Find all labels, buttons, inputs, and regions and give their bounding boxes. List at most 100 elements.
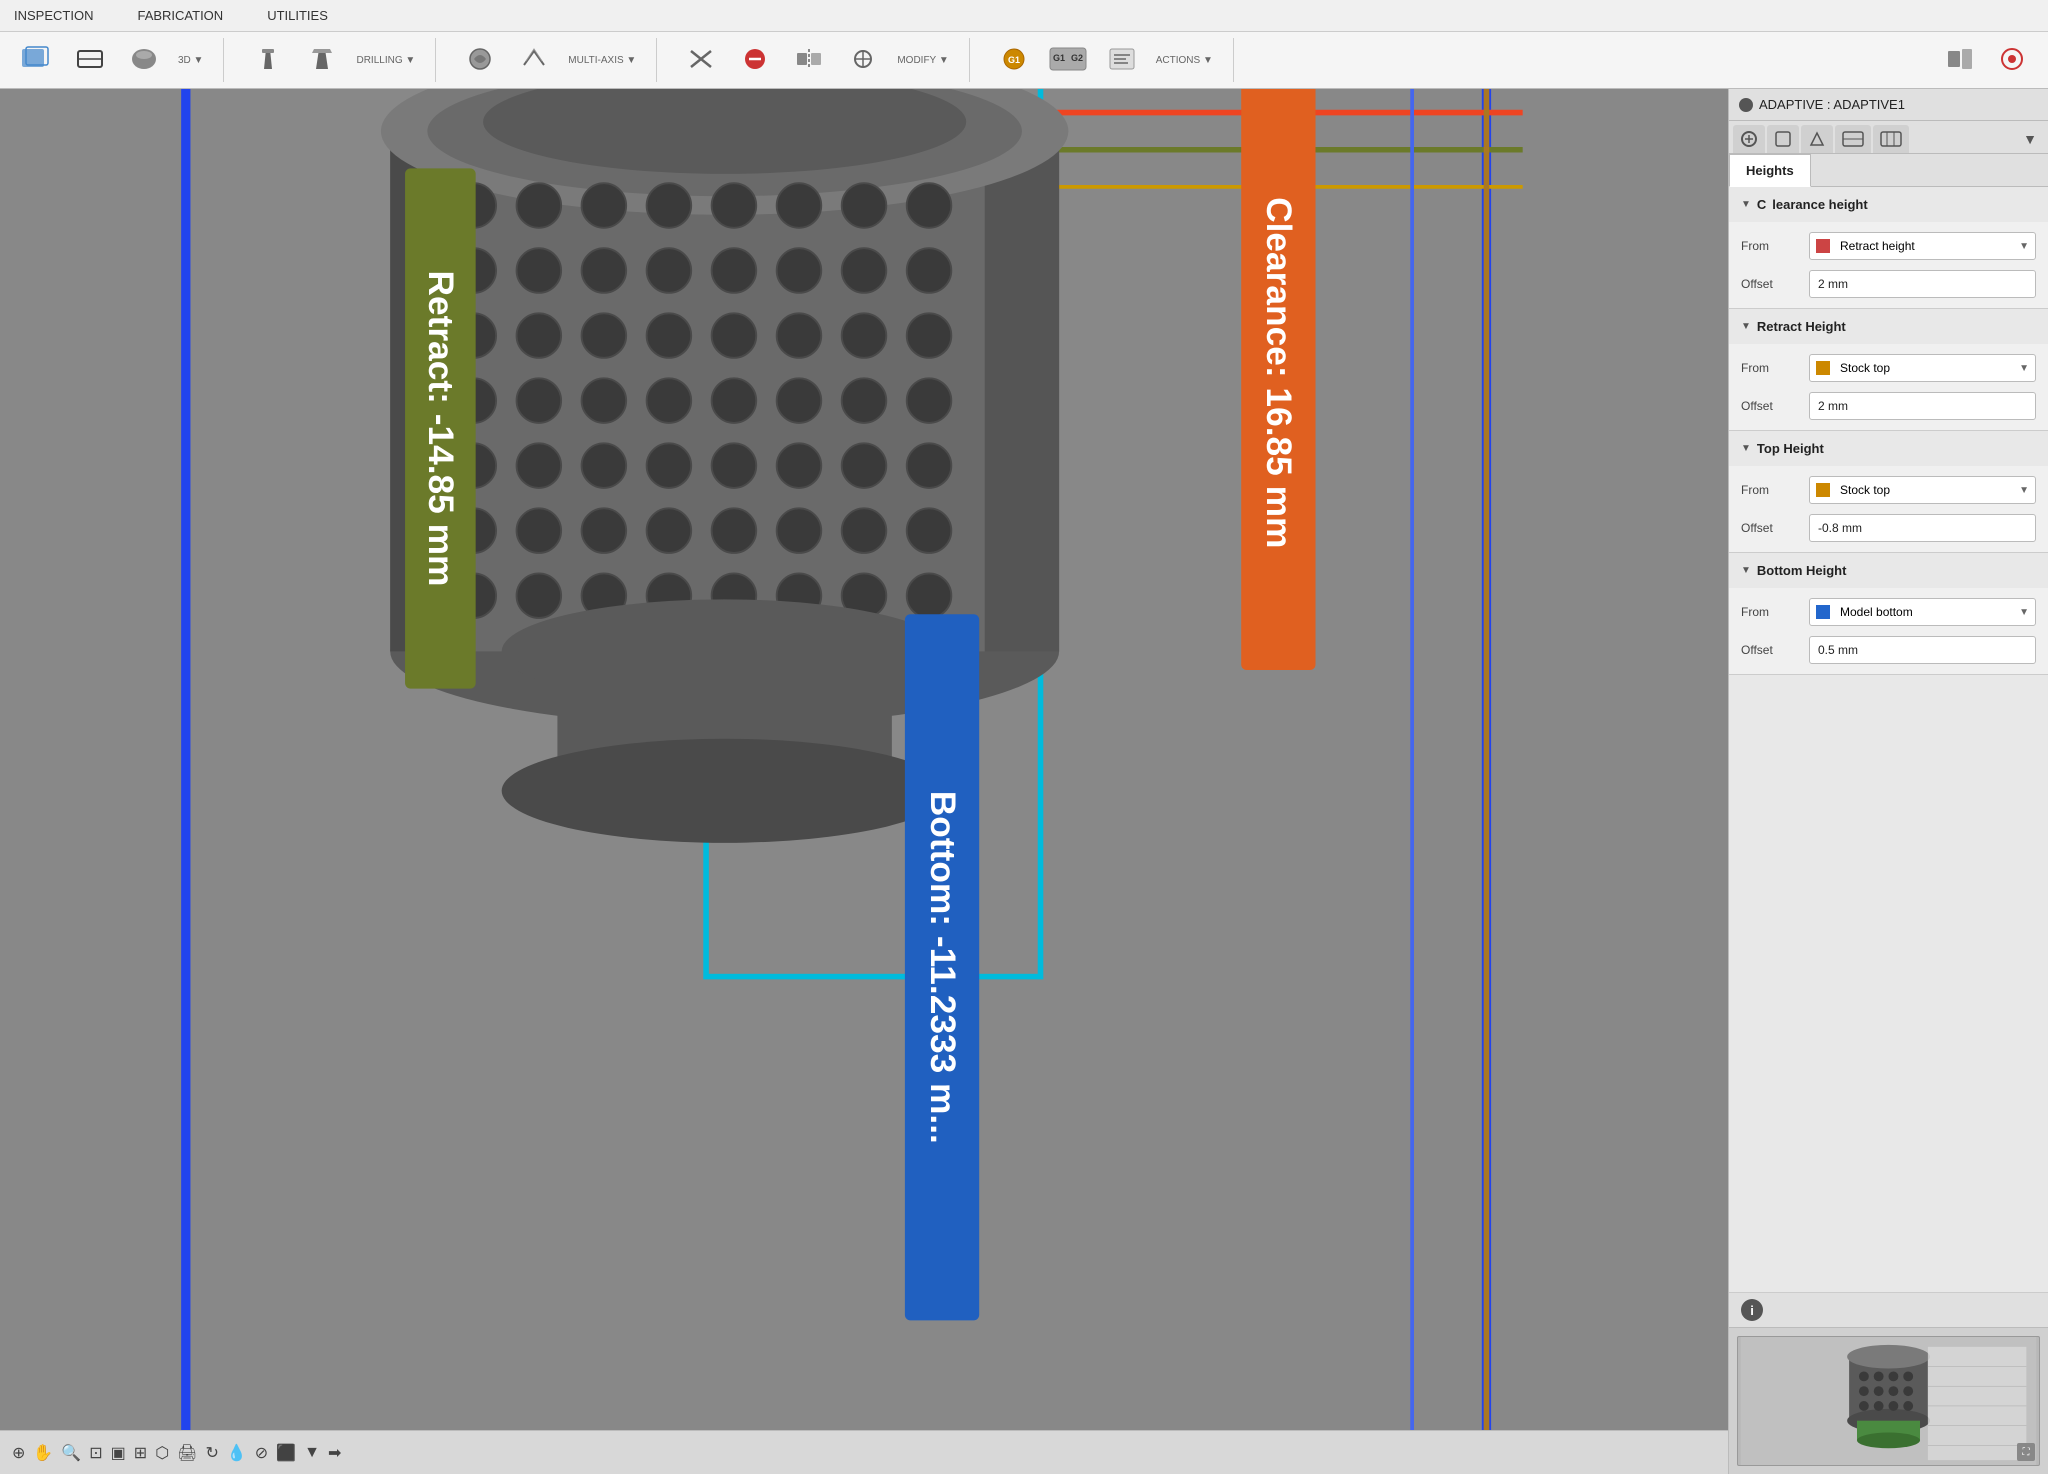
nav-fabrication[interactable]: FABRICATION (131, 4, 229, 27)
top-section: ▼ Top Height From Stock top ▼ (1729, 431, 2048, 553)
tool-multiaxis-1[interactable] (456, 38, 504, 82)
bottom-from-inner: Model bottom (1816, 605, 1913, 619)
panel-title: ADAPTIVE : ADAPTIVE1 (1759, 97, 1905, 112)
tool-section[interactable]: ⊘ (255, 1443, 268, 1463)
main-toolbar: INSPECTION FABRICATION UTILITIES 3D ▼ (0, 0, 2048, 89)
bottom-offset-input[interactable]: 0.5 mm (1809, 636, 2036, 664)
tab-icon-5[interactable] (1873, 125, 1909, 153)
bottom-title: Bottom Height (1757, 563, 1847, 578)
tool-extra-2[interactable] (1988, 38, 2036, 82)
tool-filter[interactable]: ⬛ (276, 1443, 296, 1463)
retract-offset-value: 2 mm (1818, 399, 1848, 413)
tab-icon-4[interactable] (1835, 125, 1871, 153)
panel-icon[interactable] (1739, 98, 1753, 112)
bottom-offset-row: Offset 0.5 mm (1741, 636, 2036, 664)
clearance-section-header[interactable]: ▼ C learance height (1729, 187, 2048, 222)
tab-expand[interactable]: ▼ (2016, 125, 2044, 153)
tool-group-3d-label[interactable]: 3D ▼ (178, 55, 203, 66)
tool-group-multiaxis: MULTI-AXIS ▼ (456, 38, 657, 82)
retract-from-select[interactable]: Stock top ▼ (1809, 354, 2036, 382)
bottom-body: From Model bottom ▼ Offset 0.5 mm (1729, 588, 2048, 674)
tool-modify-delete[interactable] (731, 38, 779, 82)
bottom-from-label: From (1741, 605, 1809, 619)
tool-actions-g1g2[interactable]: G1G2 (1044, 38, 1092, 82)
top-offset-input[interactable]: -0.8 mm (1809, 514, 2036, 542)
tool-3d-3[interactable] (120, 38, 168, 82)
info-button[interactable]: i (1741, 1299, 1763, 1321)
tool-display[interactable]: ▣ (111, 1443, 126, 1463)
clearance-offset-input[interactable]: 2 mm (1809, 270, 2036, 298)
tool-3d-sketch[interactable] (12, 38, 60, 82)
tool-view[interactable]: ⬡ (155, 1443, 169, 1463)
tool-zoom-fit[interactable]: 🔍 (61, 1443, 81, 1463)
top-from-select[interactable]: Stock top ▼ (1809, 476, 2036, 504)
tool-group-actions-label[interactable]: ACTIONS ▼ (1156, 55, 1213, 66)
tool-modify-mirror[interactable] (785, 38, 833, 82)
tool-extra-1[interactable] (1936, 38, 1984, 82)
tab-icon-2[interactable] (1767, 125, 1799, 153)
clearance-body: From Retract height ▼ Offset 2 mm (1729, 222, 2048, 308)
nav-inspection[interactable]: INSPECTION (8, 4, 99, 27)
retract-chevron: ▼ (1741, 321, 1751, 332)
clearance-section: ▼ C learance height From Retract height … (1729, 187, 2048, 309)
retract-offset-input[interactable]: 2 mm (1809, 392, 2036, 420)
svg-text:G1: G1 (1053, 53, 1065, 63)
tool-arrow[interactable]: ▼ (304, 1444, 320, 1462)
stock-icon-top (1816, 483, 1830, 497)
clearance-dropdown-arrow: ▼ (2019, 241, 2029, 252)
mini-preview-expand[interactable]: ⛶ (2017, 1443, 2035, 1461)
top-section-header[interactable]: ▼ Top Height (1729, 431, 2048, 466)
svg-text:Retract: -14.85 mm: Retract: -14.85 mm (421, 271, 460, 587)
tool-group-drilling-label[interactable]: DRILLING ▼ (356, 55, 415, 66)
clearance-from-inner: Retract height (1816, 239, 1915, 253)
tool-zoom-box[interactable]: ⊡ (89, 1443, 102, 1463)
clearance-from-row: From Retract height ▼ (1741, 232, 2036, 260)
clearance-offset-label: Offset (1741, 277, 1809, 291)
mini-preview-svg (1738, 1337, 2039, 1465)
tool-actions-1[interactable]: G1 (990, 38, 1038, 82)
clearance-from-select[interactable]: Retract height ▼ (1809, 232, 2036, 260)
tool-grid[interactable]: ⊞ (134, 1443, 147, 1463)
tool-actions-3[interactable] (1098, 38, 1146, 82)
tool-group-modify-label[interactable]: MODIFY ▼ (897, 55, 948, 66)
retract-offset-label: Offset (1741, 399, 1809, 413)
top-body: From Stock top ▼ Offset -0.8 mm (1729, 466, 2048, 552)
bottom-section-header[interactable]: ▼ Bottom Height (1729, 553, 2048, 588)
svg-text:G1: G1 (1008, 55, 1020, 65)
retract-from-row: From Stock top ▼ (1741, 354, 2036, 382)
panel-content: ▼ C learance height From Retract height … (1729, 187, 2048, 1292)
tool-print[interactable]: 🖨 (177, 1443, 197, 1463)
retract-dropdown-arrow: ▼ (2019, 363, 2029, 374)
main-area: Retract: -14.85 mm Clearance: 16.85 mm B… (0, 89, 2048, 1474)
tab-icon-1[interactable] (1733, 125, 1765, 153)
tool-forward[interactable]: ➡ (328, 1443, 341, 1463)
tool-group-multiaxis-label[interactable]: MULTI-AXIS ▼ (568, 55, 636, 66)
clearance-title: C (1757, 197, 1766, 212)
tab-heights[interactable]: Heights (1729, 154, 1811, 187)
bottom-chevron: ▼ (1741, 565, 1751, 576)
panel-icon-tabs: ▼ (1729, 121, 2048, 154)
tool-anim[interactable]: ↻ (205, 1443, 218, 1463)
bottom-from-select[interactable]: Model bottom ▼ (1809, 598, 2036, 626)
tool-drilling-2[interactable] (298, 38, 346, 82)
tool-3d-2[interactable] (66, 38, 114, 82)
nav-utilities[interactable]: UTILITIES (261, 4, 334, 27)
tool-drilling-1[interactable] (244, 38, 292, 82)
tool-home[interactable]: ⊕ (12, 1443, 25, 1463)
tool-multiaxis-2[interactable] (510, 38, 558, 82)
mini-preview: ⛶ (1737, 1336, 2040, 1466)
top-dropdown-arrow: ▼ (2019, 485, 2029, 496)
clearance-from-label: From (1741, 239, 1809, 253)
bottom-from-value: Model bottom (1840, 605, 1913, 619)
tool-modify-4[interactable] (839, 38, 887, 82)
tool-material[interactable]: 💧 (227, 1443, 247, 1463)
tool-modify-cut[interactable] (677, 38, 725, 82)
mini-preview-container: ⛶ (1729, 1327, 2048, 1474)
viewport[interactable]: Retract: -14.85 mm Clearance: 16.85 mm B… (0, 89, 1728, 1474)
retract-body: From Stock top ▼ Offset 2 mm (1729, 344, 2048, 430)
tool-pan[interactable]: ✋ (33, 1443, 53, 1463)
tool-group-modify: MODIFY ▼ (677, 38, 969, 82)
tools-bar: 3D ▼ DRILLING ▼ MULTI-AXIS ▼ (0, 32, 2048, 88)
tab-icon-3[interactable] (1801, 125, 1833, 153)
retract-section-header[interactable]: ▼ Retract Height (1729, 309, 2048, 344)
